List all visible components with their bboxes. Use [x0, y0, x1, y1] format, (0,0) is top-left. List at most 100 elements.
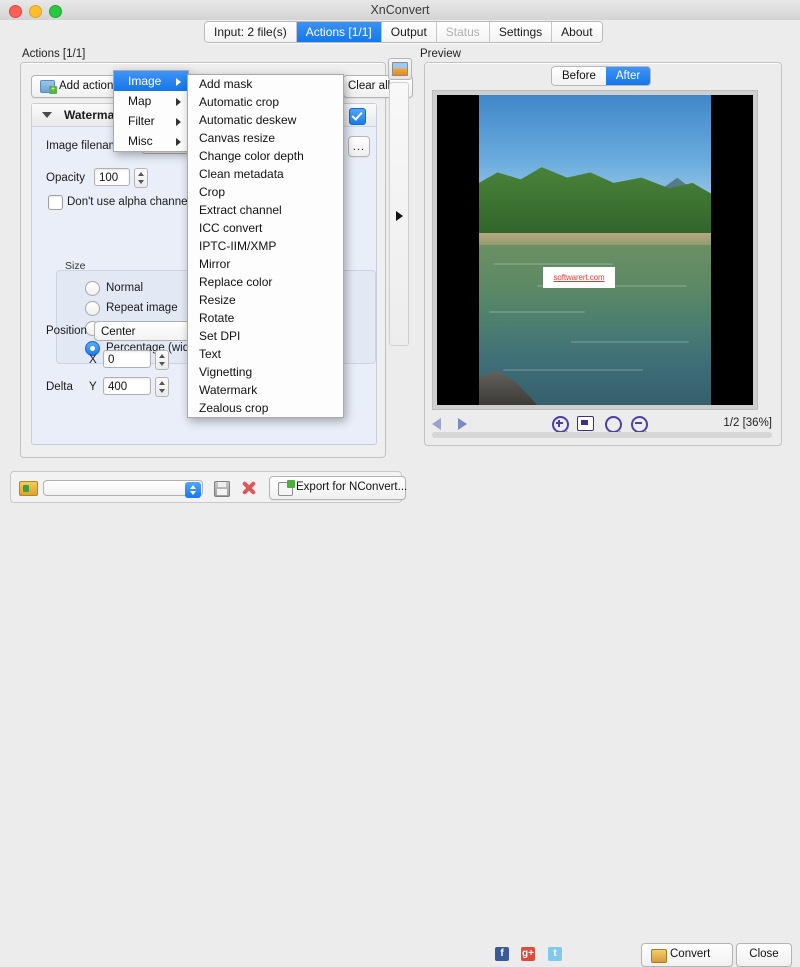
main-tabs: Input: 2 file(s) Actions [1/1] Output St… [204, 21, 603, 43]
google-plus-icon[interactable]: g+ [521, 947, 535, 961]
submenu-item-crop[interactable]: Crop [188, 183, 343, 201]
export-for-nconvert-button[interactable]: Export for NConvert... [269, 476, 408, 500]
size-radio-repeat-image[interactable] [85, 301, 100, 316]
opacity-input[interactable]: 100 [94, 168, 130, 186]
size-radio-normal[interactable] [85, 281, 100, 296]
bottom-bar: Export for NConvert... f g+ t Convert Cl… [0, 466, 800, 967]
next-image-button[interactable] [458, 418, 467, 430]
chevron-right-icon[interactable] [396, 211, 403, 221]
delta-y-stepper[interactable] [155, 377, 169, 397]
zoom-out-button[interactable] [631, 416, 651, 438]
add-action-category-menu[interactable]: Image Map Filter Misc [113, 70, 189, 152]
submenu-item-extract-channel[interactable]: Extract channel [188, 201, 343, 219]
water-reflection [493, 263, 613, 265]
submenu-arrow-icon [176, 78, 181, 86]
preset-select[interactable] [43, 480, 203, 498]
minus-glyph [634, 422, 642, 424]
tab-about[interactable]: About [552, 22, 602, 42]
delta-x-stepper[interactable] [155, 350, 169, 370]
watermark-overlay: softwarert.com [543, 267, 615, 288]
delete-preset-icon[interactable] [242, 481, 256, 495]
size-radio-repeat-image-label: Repeat image [106, 302, 178, 314]
thumbnail-view-button[interactable] [388, 58, 412, 80]
open-folder-icon[interactable] [19, 481, 38, 496]
twitter-icon[interactable]: t [548, 947, 562, 961]
submenu-item-canvas-resize[interactable]: Canvas resize [188, 129, 343, 147]
submenu-item-replace-color[interactable]: Replace color [188, 273, 343, 291]
chevron-updown-icon[interactable] [185, 482, 201, 498]
submenu-item-clean-metadata[interactable]: Clean metadata [188, 165, 343, 183]
zoom-in-button[interactable] [552, 416, 572, 438]
tab-settings[interactable]: Settings [489, 22, 553, 42]
plus-glyph [555, 422, 563, 424]
submenu-item-set-dpi[interactable]: Set DPI [188, 327, 343, 345]
close-button[interactable]: Close [736, 943, 792, 967]
opacity-stepper[interactable] [134, 168, 148, 188]
chevron-down-icon[interactable] [42, 112, 52, 118]
watermark-overlay-text: softwarert.com [553, 273, 605, 282]
enabled-checkbox[interactable] [349, 108, 366, 125]
preview-image-frame: softwarert.com [432, 90, 758, 410]
menu-item-misc[interactable]: Misc [114, 131, 188, 151]
opacity-label: Opacity [46, 172, 85, 184]
fit-to-window-button[interactable] [577, 416, 594, 431]
export-for-nconvert-label: Export for NConvert... [296, 481, 408, 493]
submenu-item-mirror[interactable]: Mirror [188, 255, 343, 273]
water-reflection [503, 369, 643, 371]
actions-section-label: Actions [1/1] [22, 48, 86, 60]
preview-scrollbar[interactable] [432, 432, 772, 438]
menu-item-filter[interactable]: Filter [114, 111, 188, 131]
after-button[interactable]: After [605, 67, 651, 85]
submenu-item-add-mask[interactable]: Add mask [188, 75, 343, 93]
image-filename-browse-button[interactable]: ... [348, 136, 370, 157]
preset-bar: Export for NConvert... [10, 471, 407, 503]
facebook-icon[interactable]: f [495, 947, 509, 961]
submenu-item-text[interactable]: Text [188, 345, 343, 363]
add-action-icon: + [40, 80, 57, 94]
title-bar: XnConvert [0, 0, 800, 21]
submenu-item-rotate[interactable]: Rotate [188, 309, 343, 327]
preview-tool-column [388, 58, 412, 348]
close-button-label: Close [749, 948, 779, 961]
menu-item-misc-label: Misc [128, 134, 153, 148]
save-preset-icon[interactable] [214, 481, 230, 497]
tab-output[interactable]: Output [381, 22, 437, 42]
submenu-item-vignetting[interactable]: Vignetting [188, 363, 343, 381]
submenu-item-automatic-deskew[interactable]: Automatic deskew [188, 111, 343, 129]
menu-item-filter-label: Filter [128, 114, 155, 128]
window-title: XnConvert [370, 3, 430, 17]
panel-splitter[interactable] [389, 82, 409, 346]
zoom-actual-size-button[interactable] [605, 416, 625, 438]
delta-x-label: X [89, 354, 97, 366]
delta-y-input[interactable]: 400 [103, 377, 151, 395]
menu-item-map[interactable]: Map [114, 91, 188, 111]
before-button[interactable]: Before [552, 67, 606, 85]
menu-item-image[interactable]: Image [114, 71, 188, 91]
water-reflection [571, 341, 689, 343]
image-submenu[interactable]: Add mask Automatic crop Automatic deskew… [187, 74, 344, 418]
submenu-item-automatic-crop[interactable]: Automatic crop [188, 93, 343, 111]
submenu-item-change-color-depth[interactable]: Change color depth [188, 147, 343, 165]
alpha-channel-checkbox[interactable] [48, 195, 63, 210]
menu-item-image-label: Image [128, 74, 162, 88]
delta-y-label: Y [89, 381, 97, 393]
export-icon [278, 480, 295, 496]
preview-image-stage[interactable]: softwarert.com [437, 95, 753, 405]
delta-x-input[interactable]: 0 [103, 350, 151, 368]
image-thumbnail-icon [392, 62, 408, 76]
previous-image-button[interactable] [432, 418, 441, 430]
submenu-item-resize[interactable]: Resize [188, 291, 343, 309]
tab-actions[interactable]: Actions [1/1] [296, 22, 382, 42]
clear-all-label: Clear all [348, 79, 391, 92]
water-reflection [489, 311, 585, 313]
submenu-item-zealous-crop[interactable]: Zealous crop [188, 399, 343, 417]
submenu-item-iptc-iim-xmp[interactable]: IPTC-IIM/XMP [188, 237, 343, 255]
submenu-item-watermark[interactable]: Watermark [188, 381, 343, 399]
submenu-item-icc-convert[interactable]: ICC convert [188, 219, 343, 237]
fit-glyph [581, 420, 588, 425]
menu-item-map-label: Map [128, 94, 152, 108]
ellipsis-icon: ... [352, 140, 366, 153]
convert-button[interactable]: Convert [641, 943, 733, 967]
tab-status[interactable]: Status [436, 22, 490, 42]
tab-input[interactable]: Input: 2 file(s) [205, 22, 297, 42]
